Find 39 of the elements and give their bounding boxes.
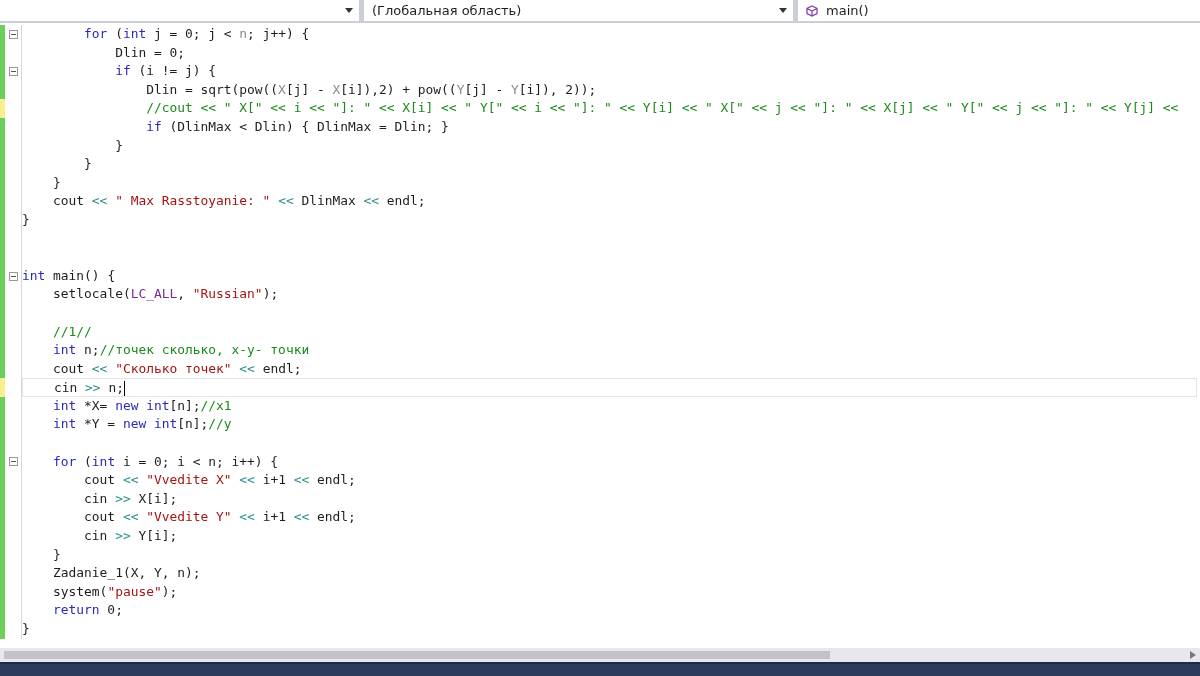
code-line: if (i != j) { (114, 62, 217, 81)
code-line: //cout << " X[" << i << "]: " << X[i] << " Y[" << i << "]: " << Y[i] << " X[" << j << "]: " << X[j] << " Y[" << j << "]: " << Y[j] << (145, 99, 1179, 118)
code-line: Dlin = sqrt(pow((X[j] - X[i]),2) + pow((Y[j] - Y[i]), 2)); (145, 80, 597, 99)
collapse-icon[interactable] (8, 67, 18, 76)
code-line: cout << "Сколько точек" << endl; (52, 359, 302, 378)
code-line: cin >> Y[i]; (83, 527, 178, 546)
code-line: } (83, 155, 92, 174)
code-line: for (int i = 0; i < n; i++) { (52, 452, 279, 471)
code-line: if (DlinMax < Dlin) { DlinMax = Dlin; } (145, 117, 449, 136)
code-line: cout << "Vvedite X" << i+1 << endl; (83, 471, 356, 490)
collapse-icon[interactable] (8, 457, 18, 467)
code-line: int n;//точек сколько, x-y- точки (52, 341, 310, 360)
code-line: cout << "Vvedite Y" << i+1 << endl; (83, 508, 356, 527)
collapse-icon[interactable] (8, 271, 18, 281)
code-line: cin >> n; (53, 379, 125, 396)
horizontal-scrollbar[interactable] (0, 648, 1200, 662)
code-line: } (52, 545, 61, 564)
caret-icon (779, 8, 787, 13)
code-line: for (int j = 0; j < n; j++) { (83, 25, 310, 43)
code-line: Zadanie_1(X, Y, n); (52, 564, 201, 583)
code-line: } (22, 210, 30, 229)
scrollbar-thumb[interactable] (4, 651, 830, 659)
code-line: int main() { (22, 266, 116, 285)
code-line: int *Y = new int[n];//y (52, 415, 232, 434)
code-line: } (114, 136, 123, 155)
collapse-icon[interactable] (8, 29, 18, 39)
code-line: return 0; (52, 601, 123, 620)
code-line: setlocale(LC_ALL, "Russian"); (52, 285, 279, 304)
right-arrow-icon[interactable] (1190, 651, 1196, 659)
code-line: system("pause"); (52, 582, 178, 601)
code-line: Dlin = 0; (114, 43, 185, 62)
cube-icon (806, 4, 818, 17)
code-line: cout << " Max Rasstoyanie: " << DlinMax << endl; (52, 192, 426, 211)
code-line: cin >> X[i]; (83, 489, 178, 508)
code-line: //1// (52, 322, 92, 341)
caret-icon (345, 8, 353, 13)
code-line: } (22, 620, 30, 638)
code-line: } (52, 173, 61, 192)
code-line: int *X= new int[n];//x1 (52, 396, 232, 415)
